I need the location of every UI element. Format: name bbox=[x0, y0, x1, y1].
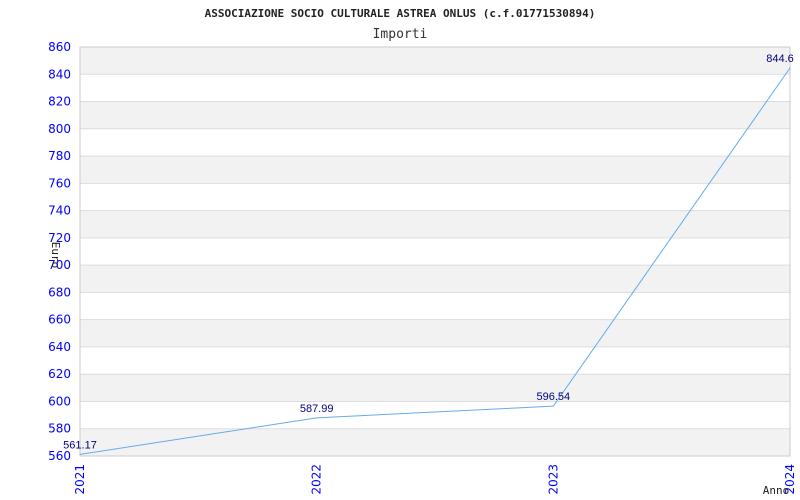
grid-band bbox=[80, 237, 790, 266]
y-tick-label: 860 bbox=[48, 40, 71, 54]
grid-band bbox=[80, 292, 790, 320]
data-point bbox=[552, 405, 554, 407]
y-tick-label: 820 bbox=[48, 95, 71, 109]
grid-band bbox=[80, 374, 790, 402]
x-tick-label: 2021 bbox=[73, 464, 87, 495]
y-tick-label: 600 bbox=[48, 394, 71, 408]
y-axis-label: Euro bbox=[49, 242, 62, 269]
x-tick-label: 2022 bbox=[310, 464, 324, 495]
data-point bbox=[79, 453, 81, 455]
data-label: 561.17 bbox=[63, 439, 97, 451]
grid-band bbox=[80, 346, 790, 375]
grid-band bbox=[80, 210, 790, 238]
grid-band bbox=[80, 47, 790, 75]
data-point bbox=[789, 67, 791, 69]
y-tick-label: 640 bbox=[48, 340, 71, 354]
grid-band bbox=[80, 265, 790, 293]
y-tick-label: 780 bbox=[48, 149, 71, 163]
line-chart: ASSOCIAZIONE SOCIO CULTURALE ASTREA ONLU… bbox=[48, 7, 797, 497]
x-axis-label: Anno bbox=[763, 484, 790, 497]
y-tick-label: 680 bbox=[48, 285, 71, 299]
chart-title: ASSOCIAZIONE SOCIO CULTURALE ASTREA ONLU… bbox=[205, 7, 596, 20]
chart-subtitle: Importi bbox=[373, 27, 428, 42]
x-tick-label: 2023 bbox=[546, 464, 560, 495]
y-tick-label: 660 bbox=[48, 313, 71, 327]
grid-band bbox=[80, 156, 790, 184]
grid-band bbox=[80, 401, 790, 429]
data-label: 587.99 bbox=[300, 403, 334, 415]
grid-band bbox=[80, 101, 790, 129]
y-tick-label: 800 bbox=[48, 122, 71, 136]
grid-band bbox=[80, 183, 790, 211]
y-tick-label: 840 bbox=[48, 67, 71, 81]
grid-band bbox=[80, 319, 790, 347]
grid-band bbox=[80, 128, 790, 157]
y-tick-label: 760 bbox=[48, 176, 71, 190]
data-label: 596.54 bbox=[537, 391, 571, 403]
y-tick-label: 620 bbox=[48, 367, 71, 381]
data-point bbox=[316, 417, 318, 419]
data-label: 844.6 bbox=[766, 53, 794, 65]
grid-band bbox=[80, 428, 790, 456]
grid-band bbox=[80, 74, 790, 102]
y-tick-label: 740 bbox=[48, 204, 71, 218]
y-tick-label: 580 bbox=[48, 422, 71, 436]
